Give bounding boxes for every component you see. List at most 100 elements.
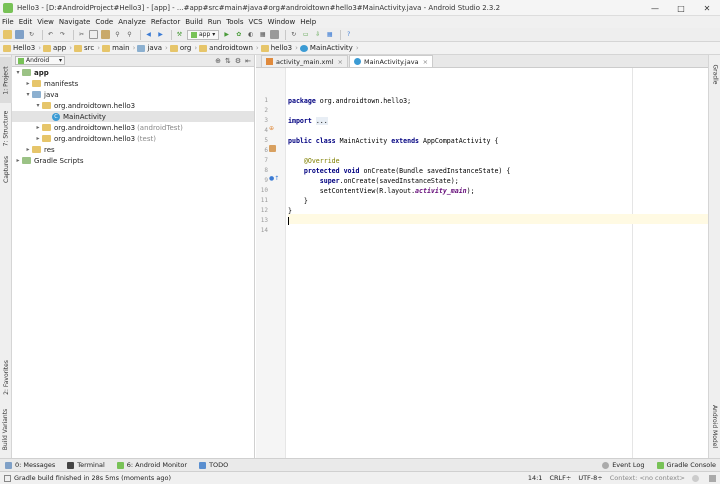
package-icon bbox=[42, 124, 51, 131]
code-line: import ... bbox=[288, 117, 328, 125]
hide-panel-icon[interactable]: ⇤ bbox=[245, 57, 251, 65]
resources-folder-icon bbox=[32, 146, 41, 153]
replace-icon[interactable]: ⚲ bbox=[125, 30, 134, 39]
open-folder-icon[interactable] bbox=[3, 30, 12, 39]
file-encoding[interactable]: UTF-8÷ bbox=[578, 474, 602, 482]
maximize-button[interactable]: □ bbox=[668, 0, 694, 16]
line-number: 11 bbox=[260, 197, 268, 204]
inspector-icon[interactable] bbox=[709, 474, 716, 482]
debug-icon[interactable]: ✿ bbox=[234, 30, 243, 39]
help-icon[interactable]: ? bbox=[344, 30, 353, 39]
tab-build-variants[interactable]: Build Variants bbox=[0, 405, 12, 453]
forward-icon[interactable]: ▶ bbox=[156, 30, 165, 39]
breadcrumb-item[interactable]: main › bbox=[102, 44, 135, 52]
settings-gear-icon[interactable]: ⚙ bbox=[235, 57, 241, 65]
tree-node-java[interactable]: ▾ java bbox=[12, 89, 254, 100]
breadcrumb-item[interactable]: androidtown › bbox=[199, 44, 259, 52]
save-icon[interactable] bbox=[15, 30, 24, 39]
menu-edit[interactable]: Edit bbox=[19, 18, 33, 26]
tab-todo[interactable]: TODO bbox=[199, 461, 228, 469]
tab-favorites[interactable]: 2: Favorites bbox=[0, 355, 12, 399]
tab-gradle-console[interactable]: Gradle Console bbox=[656, 461, 716, 469]
project-view-select[interactable]: Android ▾ bbox=[15, 56, 65, 65]
profile-icon[interactable]: ◐ bbox=[246, 30, 255, 39]
tab-structure[interactable]: 7: Structure bbox=[0, 105, 12, 151]
activity-class-marker-icon[interactable] bbox=[269, 145, 276, 152]
back-icon[interactable]: ◀ bbox=[144, 30, 153, 39]
cut-icon[interactable]: ✂ bbox=[77, 30, 86, 39]
tree-node-package-test[interactable]: ▸ org.androidtown.hello3 (test) bbox=[12, 133, 254, 144]
menu-refactor[interactable]: Refactor bbox=[151, 18, 180, 26]
avd-manager-icon[interactable]: ▭ bbox=[301, 30, 310, 39]
fold-marker-icon[interactable]: ⊕ bbox=[269, 125, 274, 132]
menu-view[interactable]: View bbox=[37, 18, 54, 26]
menu-tools[interactable]: Tools bbox=[226, 18, 243, 26]
lock-icon[interactable] bbox=[692, 474, 699, 482]
breadcrumb-item[interactable]: Hello3 › bbox=[3, 44, 41, 52]
make-project-icon[interactable]: ⚒ bbox=[175, 30, 184, 39]
tab-terminal[interactable]: Terminal bbox=[67, 461, 105, 469]
menu-build[interactable]: Build bbox=[185, 18, 203, 26]
close-button[interactable]: ✕ bbox=[694, 0, 720, 16]
find-icon[interactable]: ⚲ bbox=[113, 30, 122, 39]
stop-icon[interactable] bbox=[270, 30, 280, 39]
android-monitor-icon[interactable]: ▦ bbox=[325, 30, 334, 39]
undo-icon[interactable]: ↶ bbox=[46, 30, 55, 39]
menu-navigate[interactable]: Navigate bbox=[59, 18, 90, 26]
tab-android-monitor[interactable]: 6: Android Monitor bbox=[116, 461, 187, 469]
collapse-all-icon[interactable]: ⇅ bbox=[225, 57, 231, 65]
sync-icon[interactable]: ↻ bbox=[27, 30, 36, 39]
tree-node-package-androidtest[interactable]: ▸ org.androidtown.hello3 (androidTest) bbox=[12, 122, 254, 133]
code-area[interactable]: package org.androidtown.hello3; import .… bbox=[288, 68, 708, 458]
breadcrumb-item[interactable]: MainActivity › bbox=[299, 44, 359, 52]
tree-node-package[interactable]: ▾ org.androidtown.hello3 bbox=[12, 100, 254, 111]
tab-android-model[interactable]: Android Model bbox=[709, 400, 720, 452]
tab-project[interactable]: 1: Project bbox=[0, 57, 12, 103]
close-tab-icon[interactable]: × bbox=[338, 58, 343, 66]
menu-analyze[interactable]: Analyze bbox=[118, 18, 146, 26]
line-number: 2 bbox=[264, 107, 268, 114]
tab-gradle[interactable]: Gradle bbox=[709, 59, 720, 89]
close-tab-icon[interactable]: × bbox=[423, 58, 428, 66]
toggle-tool-windows-icon[interactable] bbox=[4, 474, 11, 482]
menu-vcs[interactable]: VCS bbox=[248, 18, 262, 26]
line-number: 8 bbox=[264, 167, 268, 174]
tree-node-app[interactable]: ▾ app bbox=[12, 67, 254, 78]
sync-scroll-icon[interactable]: ⊕ bbox=[215, 57, 221, 65]
tree-node-manifests[interactable]: ▸ manifests bbox=[12, 78, 254, 89]
caret-position[interactable]: 14:1 bbox=[528, 474, 543, 482]
tab-event-log[interactable]: Event Log bbox=[602, 461, 645, 469]
tab-messages[interactable]: 0: Messages bbox=[5, 461, 55, 469]
breadcrumb-item[interactable]: app › bbox=[43, 44, 72, 52]
line-separator[interactable]: CRLF÷ bbox=[549, 474, 571, 482]
breadcrumb-item[interactable]: src › bbox=[74, 44, 100, 52]
breadcrumb-item[interactable]: java › bbox=[137, 44, 168, 52]
menu-code[interactable]: Code bbox=[95, 18, 113, 26]
tab-captures[interactable]: Captures bbox=[0, 151, 12, 187]
override-marker-icon[interactable]: ●↑ bbox=[269, 175, 279, 182]
menu-bar: File Edit View Navigate Code Analyze Ref… bbox=[0, 16, 720, 28]
paste-icon[interactable] bbox=[101, 30, 110, 39]
menu-file[interactable]: File bbox=[2, 18, 14, 26]
breadcrumb-item[interactable]: org › bbox=[169, 44, 197, 52]
run-config-select[interactable]: app ▾ bbox=[187, 29, 220, 40]
menu-run[interactable]: Run bbox=[208, 18, 221, 26]
redo-icon[interactable]: ↷ bbox=[58, 30, 67, 39]
tree-node-mainactivity[interactable]: C MainActivity bbox=[12, 111, 254, 122]
messages-icon bbox=[5, 461, 12, 469]
terminal-icon bbox=[67, 461, 75, 469]
sdk-manager-icon[interactable]: ⇩ bbox=[313, 30, 322, 39]
gradle-sync-icon[interactable]: ↻ bbox=[289, 30, 298, 39]
menu-help[interactable]: Help bbox=[300, 18, 316, 26]
run-icon[interactable]: ▶ bbox=[222, 30, 231, 39]
code-line: } bbox=[288, 207, 292, 215]
breadcrumb-item[interactable]: hello3 › bbox=[260, 44, 298, 52]
tab-activity-main-xml[interactable]: activity_main.xml × bbox=[261, 55, 348, 67]
tab-mainactivity-java[interactable]: MainActivity.java × bbox=[348, 55, 434, 67]
tree-node-res[interactable]: ▸ res bbox=[12, 144, 254, 155]
minimize-button[interactable]: — bbox=[642, 0, 668, 16]
copy-icon[interactable] bbox=[89, 30, 98, 39]
attach-debugger-icon[interactable]: ▦ bbox=[258, 30, 267, 39]
menu-window[interactable]: Window bbox=[268, 18, 296, 26]
tree-node-gradle-scripts[interactable]: ▸ Gradle Scripts bbox=[12, 155, 254, 166]
